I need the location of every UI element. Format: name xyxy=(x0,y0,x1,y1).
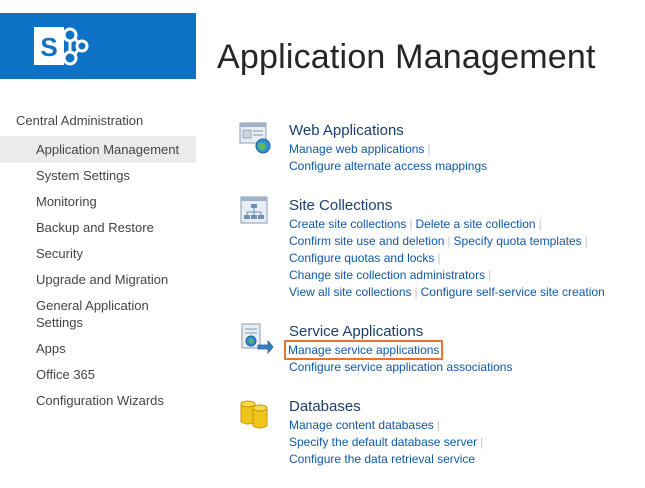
link-separator: | xyxy=(414,285,418,299)
configure-data-retrieval-service-link[interactable]: Configure the data retrieval service xyxy=(289,452,475,466)
link-separator: | xyxy=(436,418,440,432)
specify-default-database-server-link[interactable]: Specify the default database server xyxy=(289,435,477,449)
nav-item-configuration-wizards[interactable]: Configuration Wizards xyxy=(0,388,196,414)
service-applications-heading-link[interactable]: Service Applications xyxy=(289,321,638,342)
change-site-collection-administrators-link[interactable]: Change site collection administrators xyxy=(289,268,485,282)
nav-item-office-365[interactable]: Office 365 xyxy=(0,362,196,388)
sharepoint-logo-tile[interactable]: S xyxy=(0,13,196,79)
configure-alternate-access-mappings-link[interactable]: Configure alternate access mappings xyxy=(289,159,487,173)
section-service-applications: Service Applications Manage service appl… xyxy=(238,321,638,376)
section-databases: Databases Manage content databases | Spec… xyxy=(238,396,638,468)
configure-self-service-site-creation-link[interactable]: Configure self-service site creation xyxy=(421,285,605,299)
link-separator: | xyxy=(447,234,451,248)
view-all-site-collections-link[interactable]: View all site collections xyxy=(289,285,412,299)
nav-item-application-management[interactable]: Application Management xyxy=(0,136,196,163)
delete-site-collection-link[interactable]: Delete a site collection xyxy=(416,217,536,231)
nav-item-apps[interactable]: Apps xyxy=(0,336,196,362)
nav-item-backup-and-restore[interactable]: Backup and Restore xyxy=(0,215,196,241)
main-content: Web Applications Manage web applications… xyxy=(238,120,638,488)
nav-item-monitoring[interactable]: Monitoring xyxy=(0,189,196,215)
quick-launch-nav: Central Administration Application Manag… xyxy=(0,108,196,414)
sharepoint-logo-icon: S xyxy=(34,27,89,66)
databases-icon xyxy=(240,400,268,429)
service-applications-icon xyxy=(241,323,274,355)
web-applications-icon xyxy=(239,122,271,154)
manage-web-applications-link[interactable]: Manage web applications xyxy=(289,142,424,156)
manage-service-applications-link[interactable]: Manage service applications xyxy=(283,340,444,360)
nav-item-general-application-settings[interactable]: General Application Settings xyxy=(0,293,196,336)
nav-item-system-settings[interactable]: System Settings xyxy=(0,163,196,189)
link-separator: | xyxy=(584,234,588,248)
manage-content-databases-link[interactable]: Manage content databases xyxy=(289,418,434,432)
nav-central-administration[interactable]: Central Administration xyxy=(0,108,196,134)
link-separator: | xyxy=(480,435,484,449)
site-collections-heading-link[interactable]: Site Collections xyxy=(289,195,638,216)
create-site-collections-link[interactable]: Create site collections xyxy=(289,217,406,231)
link-separator: | xyxy=(437,251,441,265)
nav-item-upgrade-and-migration[interactable]: Upgrade and Migration xyxy=(0,267,196,293)
section-site-collections: Site Collections Create site collections… xyxy=(238,195,638,301)
configure-service-application-associations-link[interactable]: Configure service application associatio… xyxy=(289,360,512,374)
confirm-site-use-and-deletion-link[interactable]: Confirm site use and deletion xyxy=(289,234,444,248)
nav-item-security[interactable]: Security xyxy=(0,241,196,267)
web-applications-heading-link[interactable]: Web Applications xyxy=(289,120,638,141)
configure-quotas-and-locks-link[interactable]: Configure quotas and locks xyxy=(289,251,434,265)
specify-quota-templates-link[interactable]: Specify quota templates xyxy=(454,234,582,248)
svg-text:S: S xyxy=(40,32,57,62)
databases-heading-link[interactable]: Databases xyxy=(289,396,638,417)
section-web-applications: Web Applications Manage web applications… xyxy=(238,120,638,175)
link-separator: | xyxy=(409,217,413,231)
site-collections-icon xyxy=(240,196,268,224)
link-separator: | xyxy=(538,217,542,231)
link-separator: | xyxy=(488,268,492,282)
page-title: Application Management xyxy=(217,38,596,76)
link-separator: | xyxy=(427,142,431,156)
